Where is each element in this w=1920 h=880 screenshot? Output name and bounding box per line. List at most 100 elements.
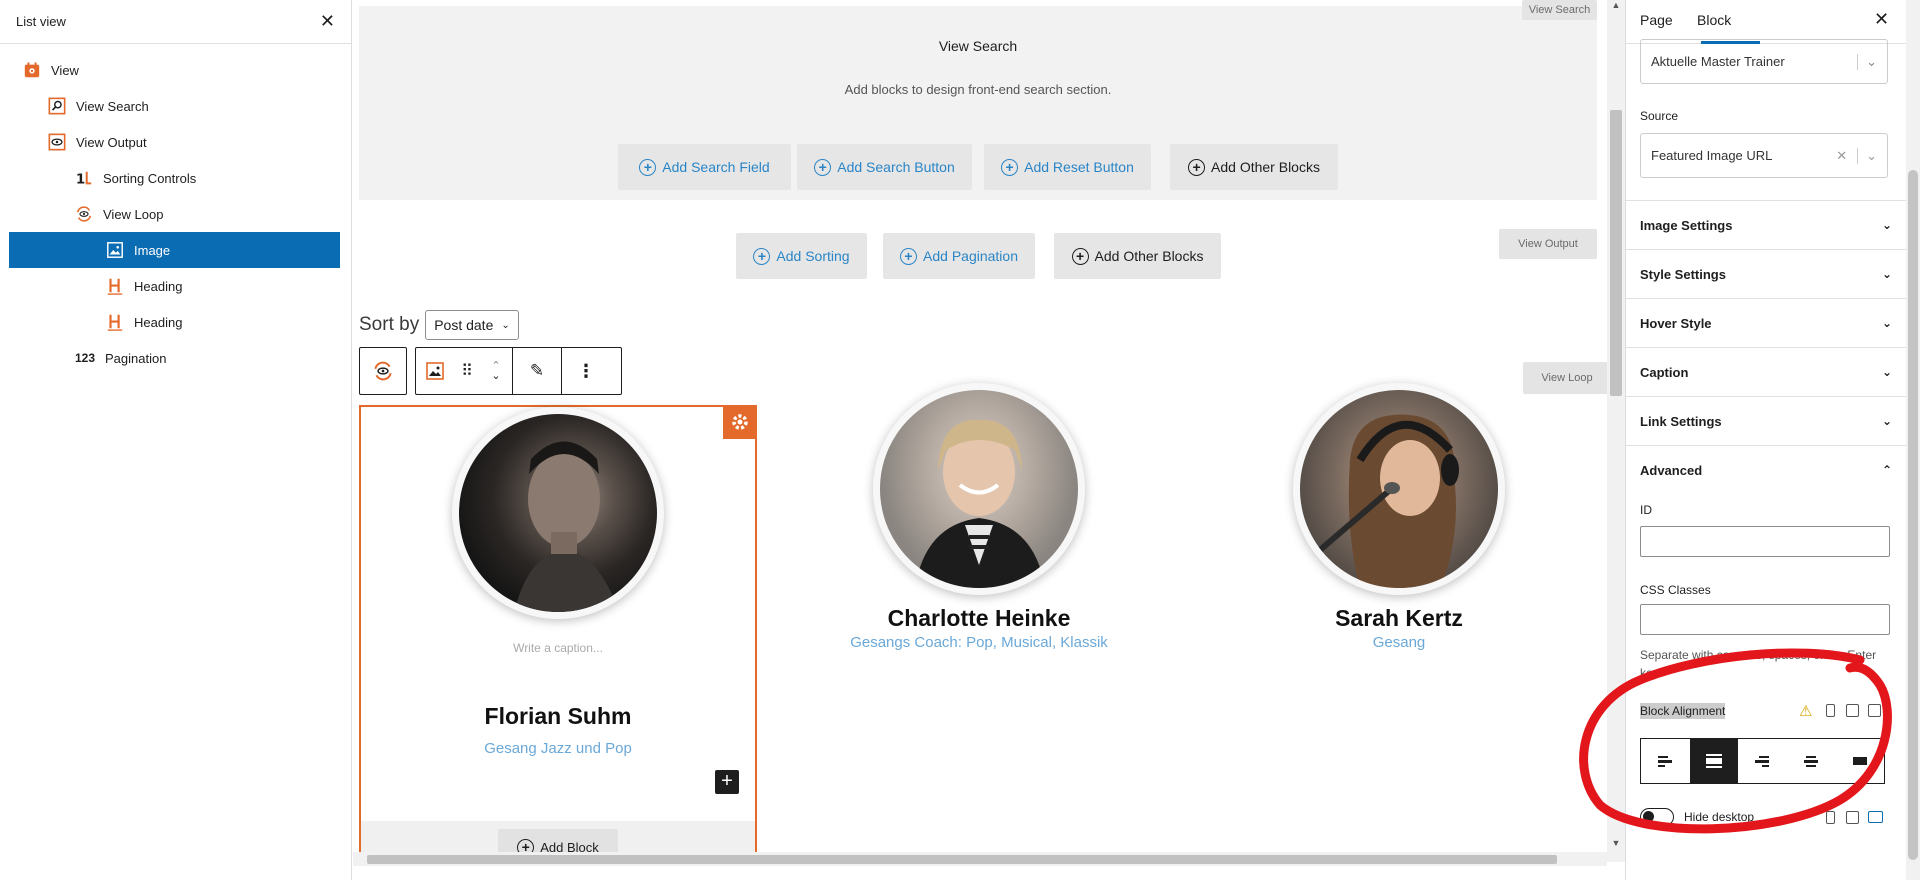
sidebar-scrollbar[interactable] [1906, 0, 1920, 880]
clear-icon[interactable]: ✕ [1836, 148, 1847, 164]
source-label: Source [1640, 109, 1679, 123]
add-other-blocks-button[interactable]: + Add Other Blocks [1170, 144, 1338, 190]
view-search-section[interactable]: View Search View Search Add blocks to de… [359, 0, 1597, 200]
list-view-title: List view [16, 14, 66, 29]
view-search-tag[interactable]: View Search [1522, 0, 1597, 20]
scrollbar-thumb[interactable] [1908, 170, 1918, 860]
image-icon [426, 362, 444, 380]
tree-item-label: View Output [76, 134, 147, 150]
person-card[interactable]: Charlotte Heinke Gesangs Coach: Pop, Mus… [780, 383, 1178, 860]
scrollbar-thumb[interactable] [367, 855, 1557, 864]
id-input[interactable] [1640, 526, 1890, 557]
sort-icon: 1 [74, 168, 94, 188]
eye-icon [47, 132, 67, 152]
source-select[interactable]: Featured Image URL ✕ ⌄ [1640, 133, 1888, 178]
add-sorting-button[interactable]: + Add Sorting [736, 233, 867, 279]
tree-item-label: Heading [134, 278, 183, 294]
close-list-view-button[interactable]: ✕ [320, 11, 335, 32]
chevron-down-icon: ⌄ [1881, 218, 1892, 232]
panel-style-settings[interactable]: Style Settings ⌄ [1626, 249, 1906, 298]
tree-item-sorting-controls[interactable]: 1 Sorting Controls [9, 160, 340, 196]
add-search-field-button[interactable]: + Add Search Field [618, 144, 791, 190]
pagination-icon: 123 [74, 351, 96, 365]
panel-caption[interactable]: Caption ⌄ [1626, 347, 1906, 396]
add-other-blocks-output-button[interactable]: + Add Other Blocks [1054, 233, 1221, 279]
sort-control: Sort by Post date ⌄ [359, 310, 519, 340]
css-classes-label: CSS Classes [1640, 583, 1711, 597]
add-block-plus-button[interactable]: + [715, 770, 739, 794]
loop-icon [74, 204, 94, 224]
portrait-image [1318, 414, 1459, 588]
tree-item-view-output[interactable]: View Output [9, 124, 340, 160]
plus-circle-icon: + [1071, 247, 1089, 265]
avatar[interactable] [1293, 383, 1505, 595]
chevron-down-icon[interactable]: ⌄ [491, 371, 500, 382]
view-search-subtitle: Add blocks to design front-end search se… [844, 82, 1112, 97]
panel-hover-style[interactable]: Hover Style ⌄ [1626, 298, 1906, 347]
canvas-horizontal-scrollbar[interactable] [353, 852, 1607, 866]
parent-block-selector[interactable] [359, 347, 407, 395]
loop-icon [360, 348, 406, 394]
tree-item-label: Image [134, 242, 171, 258]
add-reset-button-button[interactable]: + Add Reset Button [984, 144, 1151, 190]
tree-item-view[interactable]: View [9, 52, 340, 88]
person-name: Charlotte Heinke [887, 605, 1071, 631]
close-sidebar-button[interactable]: ✕ [1874, 9, 1889, 30]
chevron-down-icon: ⌄ [1881, 267, 1892, 281]
editor-canvas: View Search View Search Add blocks to de… [353, 0, 1611, 862]
edit-pencil-button[interactable]: ✎ [513, 348, 561, 394]
scrollbar-thumb[interactable] [1610, 110, 1622, 396]
sort-by-label: Sort by [359, 314, 420, 335]
add-pagination-button[interactable]: + Add Pagination [883, 233, 1035, 279]
chevron-down-icon: ⌄ [501, 319, 510, 331]
panel-link-settings[interactable]: Link Settings ⌄ [1626, 396, 1906, 445]
view-loop-tag[interactable]: View Loop [1523, 362, 1611, 394]
tree-item-view-search[interactable]: View Search [9, 88, 340, 124]
scroll-up-arrow[interactable]: ▲ [1611, 0, 1621, 12]
tree-item-label: Sorting Controls [103, 170, 197, 186]
avatar[interactable] [452, 407, 664, 619]
chevron-down-icon: ⌄ [1857, 53, 1877, 70]
tree-item-pagination[interactable]: 123 Pagination [9, 340, 340, 376]
tree-item-view-loop[interactable]: View Loop [9, 196, 340, 232]
panel-image-settings[interactable]: Image Settings ⌄ [1626, 200, 1906, 249]
person-card[interactable]: Sarah Kertz Gesang [1200, 383, 1598, 860]
tree-item-label: View [51, 62, 79, 78]
view-output-tag[interactable]: View Output [1499, 229, 1597, 259]
tree-item-label: View Search [76, 98, 149, 114]
image-block-button[interactable] [416, 348, 454, 394]
chevron-down-icon[interactable]: ⌄ [1857, 147, 1877, 164]
block-toolbar: ⠿ ⌃ ⌄ ✎ ⋮ [415, 347, 622, 395]
tree-item-heading-2[interactable]: Heading [9, 304, 340, 340]
portrait-image [514, 441, 619, 612]
move-up-down-button[interactable]: ⌃ ⌄ [480, 348, 512, 394]
plus-circle-icon: + [753, 247, 771, 265]
chevron-down-icon: ⌄ [1881, 365, 1892, 379]
sidebar-tabs: Page Block ✕ [1626, 0, 1920, 44]
person-card-selected[interactable]: Write a caption... Florian Suhm Gesang J… [359, 405, 757, 862]
tree-item-image[interactable]: Image [9, 232, 340, 268]
avatar[interactable] [873, 383, 1085, 595]
drag-handle-icon[interactable]: ⠿ [454, 348, 480, 394]
tree-item-heading-1[interactable]: Heading [9, 268, 340, 304]
image-caption-placeholder[interactable]: Write a caption... [361, 641, 755, 655]
person-name: Sarah Kertz [1335, 605, 1463, 631]
more-options-button[interactable]: ⋮ [562, 348, 610, 394]
tab-block[interactable]: Block [1697, 12, 1731, 28]
source-collection-select[interactable]: Aktuelle Master Trainer ⌄ [1640, 39, 1888, 84]
gear-icon[interactable] [723, 405, 757, 439]
view-icon [22, 60, 42, 80]
panel-advanced[interactable]: Advanced ⌃ [1626, 445, 1906, 494]
person-role: Gesangs Coach: Pop, Musical, Klassik [850, 634, 1108, 651]
list-view-header: List view ✕ [0, 0, 351, 44]
add-search-button-button[interactable]: + Add Search Button [797, 144, 972, 190]
plus-circle-icon: + [1001, 158, 1019, 176]
list-view-panel: List view ✕ View View Search View Output… [0, 0, 352, 880]
person-role: Gesang [1372, 634, 1426, 651]
tab-page[interactable]: Page [1640, 12, 1673, 28]
view-search-title: View Search [938, 38, 1018, 54]
sort-select[interactable]: Post date ⌄ [425, 310, 519, 340]
css-classes-input[interactable] [1640, 604, 1890, 635]
tree-item-label: Pagination [105, 350, 167, 366]
person-role: Gesang Jazz und Pop [484, 740, 632, 757]
